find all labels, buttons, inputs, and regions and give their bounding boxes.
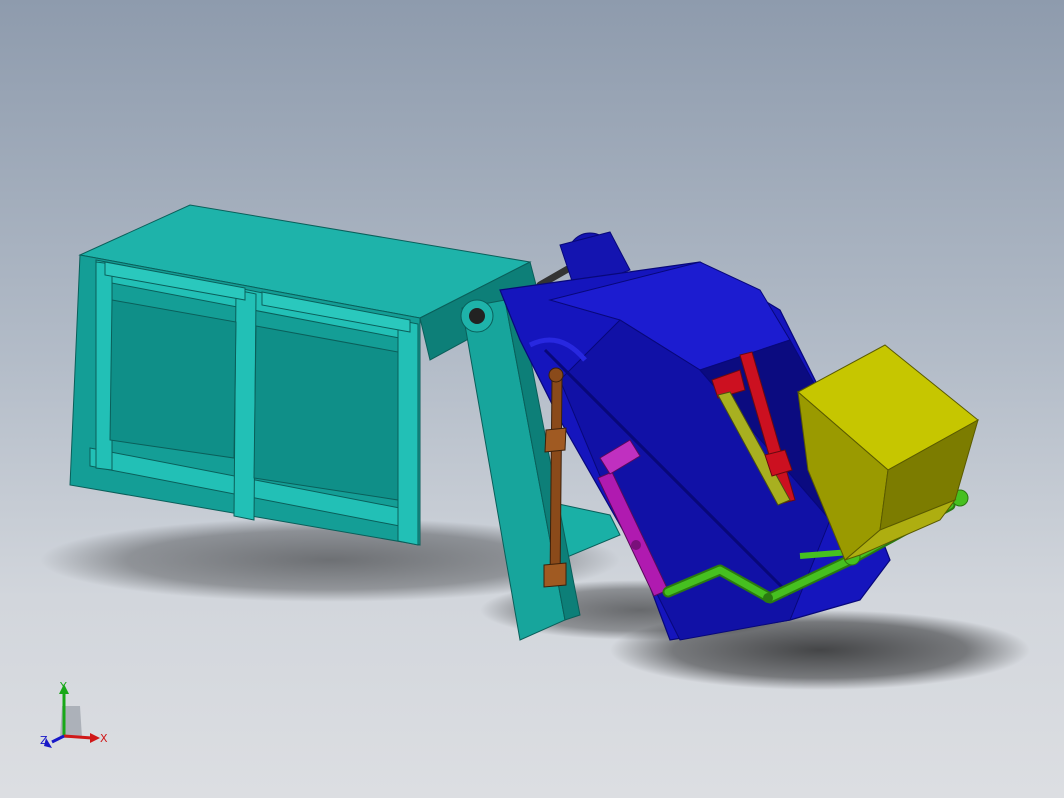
graphics-viewport[interactable]: Y X Z: [0, 0, 1064, 798]
coordinate-triad: Y X Z: [40, 680, 108, 748]
x-axis-label: X: [100, 732, 108, 745]
z-axis-arrow-icon: [51, 734, 65, 744]
y-axis-label: Y: [59, 680, 67, 693]
z-axis-label: Z: [40, 734, 48, 747]
cad-model-view[interactable]: [0, 0, 1064, 798]
x-axis-arrow-icon: [63, 734, 93, 740]
